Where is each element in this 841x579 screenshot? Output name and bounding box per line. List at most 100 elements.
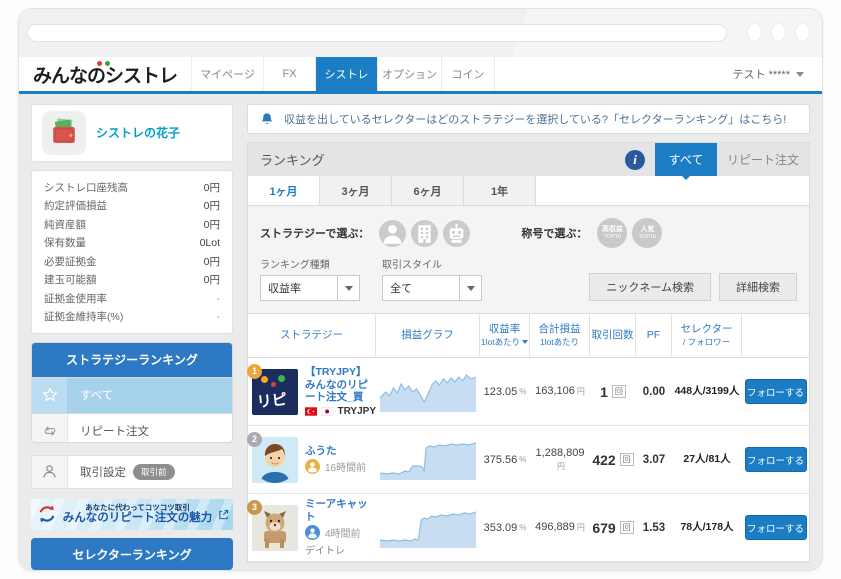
filter-robot-icon[interactable]: [443, 220, 470, 247]
ranking-type-select[interactable]: 収益率: [260, 275, 360, 301]
col-pf[interactable]: PF: [636, 314, 672, 357]
follow-button[interactable]: フォローする: [745, 379, 807, 404]
nav-tab-option[interactable]: オプション: [377, 57, 441, 91]
table-row: 2: [248, 426, 809, 494]
ranking-titlebar: ランキング i すべて リピート注文: [248, 143, 809, 176]
last-trade-time: 16時間前: [325, 459, 366, 474]
account-row: 保有数量0Lot: [44, 234, 220, 253]
browser-window: みんなのシストレ マイページ FX シストレ オプション コイン テスト ***…: [18, 8, 823, 571]
filter-section: ストラテジーで選ぶ： 称号で選ぶ： 高収益: [248, 206, 809, 314]
account-summary: シストレ口座残高0円 約定評価損益0円 純資産額0円 保有数量0Lot 必要証拠…: [31, 170, 233, 334]
profile-card[interactable]: シストレの花子: [31, 104, 233, 162]
sort-desc-icon: [522, 340, 528, 344]
account-row: 約定評価損益0円: [44, 197, 220, 216]
profit-chart: [380, 440, 476, 480]
table-header: ストラテジー 損益グラフ 収益率 1lotあたり 合計損益 1lotあたり 取引…: [248, 314, 809, 358]
chevron-down-icon: [796, 72, 804, 77]
badge-popular-top10[interactable]: 人気 TOP10: [632, 218, 662, 248]
strategy-name-link[interactable]: ふうた: [305, 445, 366, 458]
rank-badge: 3: [247, 500, 262, 515]
member-badge-icon: [305, 525, 320, 540]
trade-style-tag: デイトレ: [305, 542, 376, 557]
chevron-down-icon: [459, 276, 481, 300]
main-area: 収益を出しているセレクターはどのストラテジーを選択している?「セレクターランキン…: [247, 104, 810, 570]
ranking-tab-repeat[interactable]: リピート注文: [717, 143, 809, 176]
rank-badge: 1: [247, 364, 262, 379]
filter-building-icon[interactable]: [411, 220, 438, 247]
info-icon[interactable]: i: [625, 150, 645, 170]
follow-button[interactable]: フォローする: [745, 447, 807, 472]
col-selector: セレクター / フォロワー: [672, 314, 742, 357]
repeat-order-banner[interactable]: あなたに代わってコツコツ取引 みんなのリピート注文の魅力: [31, 499, 233, 531]
col-follow: [742, 314, 809, 357]
filter-person-icon[interactable]: [379, 220, 406, 247]
person-icon: [32, 456, 68, 488]
table-row: 3: [248, 494, 809, 562]
star-icon: [32, 378, 68, 413]
strategy-ranking-menu: ストラテジーランキング すべて リピート注文: [31, 342, 233, 443]
japan-flag-icon: [321, 406, 333, 417]
cycle-arrows-icon: [37, 504, 57, 524]
period-tab-1month[interactable]: 1ヶ月: [248, 176, 320, 205]
chevron-down-icon: [337, 276, 359, 300]
account-row: 建玉可能額0円: [44, 271, 220, 290]
nav-tab-systore[interactable]: シストレ: [315, 57, 377, 91]
ranking-title: ランキング: [248, 150, 625, 169]
user-name: テスト *****: [733, 66, 790, 82]
account-row: 純資産額0円: [44, 216, 220, 235]
trade-style-label: 取引スタイル: [382, 256, 482, 271]
browser-button-3[interactable]: [795, 23, 810, 42]
nav-tab-mypage[interactable]: マイページ: [191, 57, 263, 91]
period-tab-1year[interactable]: 1年: [464, 176, 536, 205]
browser-button-2[interactable]: [771, 23, 786, 42]
external-link-icon: [218, 509, 229, 520]
ranking-type-label: ランキング種類: [260, 256, 360, 271]
logo-dot-green-icon: [105, 61, 110, 66]
browser-chrome: [19, 9, 822, 57]
banner-title: みんなのリピート注文の魅力: [62, 512, 213, 525]
col-graph: 損益グラフ: [376, 314, 480, 357]
selector-ranking-title[interactable]: セレクターランキング: [31, 538, 233, 570]
col-count[interactable]: 取引回数: [590, 314, 636, 357]
period-tab-6month[interactable]: 6ヶ月: [392, 176, 464, 205]
profile-name: シストレの花子: [96, 124, 180, 141]
sidebar: シストレの花子 シストレ口座残高0円 約定評価損益0円 純資産額0円 保有数量0…: [31, 104, 233, 570]
nickname-search-button[interactable]: ニックネーム検索: [589, 273, 711, 301]
address-bar[interactable]: [27, 24, 727, 42]
detail-search-button[interactable]: 詳細検索: [719, 273, 797, 301]
trade-status-badge: 取引前: [133, 464, 175, 480]
trade-settings[interactable]: 取引設定 取引前: [31, 455, 233, 489]
strategy-name-link[interactable]: ミーアキャット: [305, 498, 376, 523]
profit-chart: [380, 508, 476, 548]
strategy-ranking-title: ストラテジーランキング: [32, 343, 232, 377]
user-menu[interactable]: テスト *****: [733, 57, 822, 91]
badge-high-profit-top10[interactable]: 高収益 TOP10: [597, 218, 627, 248]
browser-button-1[interactable]: [747, 23, 762, 42]
notification-bar[interactable]: 収益を出しているセレクターはどのストラテジーを選択している?「セレクターランキン…: [247, 104, 810, 134]
trade-style-select[interactable]: 全て: [382, 275, 482, 301]
repeat-icon: [32, 414, 68, 443]
site-logo[interactable]: みんなのシストレ: [19, 57, 191, 91]
logo-dot-red-icon: [97, 61, 102, 66]
period-tab-3month[interactable]: 3ヶ月: [320, 176, 392, 205]
top-navbar: みんなのシストレ マイページ FX シストレ オプション コイン テスト ***…: [19, 57, 822, 94]
notification-text: 収益を出しているセレクターはどのストラテジーを選択している?「セレクターランキン…: [284, 111, 786, 127]
sidebar-item-all[interactable]: すべて: [32, 377, 232, 413]
table-row: 1 リピ 【TRYJPY】みんなのリピート注文_買: [248, 358, 809, 426]
account-row: 証拠金使用率-: [44, 290, 220, 309]
last-trade-time: 4時間前: [325, 525, 361, 540]
nav-tab-fx[interactable]: FX: [263, 57, 315, 91]
page-content: シストレの花子 シストレ口座残高0円 約定評価損益0円 純資産額0円 保有数量0…: [19, 94, 822, 570]
ranking-tab-all[interactable]: すべて: [655, 143, 717, 176]
rank-badge: 2: [247, 432, 262, 447]
sidebar-item-repeat-order[interactable]: リピート注文: [32, 413, 232, 443]
col-strategy: ストラテジー: [248, 314, 376, 357]
period-tabs: 1ヶ月 3ヶ月 6ヶ月 1年: [248, 176, 809, 206]
col-profit[interactable]: 合計損益 1lotあたり: [530, 314, 590, 357]
strategy-name-link[interactable]: 【TRYJPY】みんなのリピート注文_買: [305, 366, 376, 404]
ranking-panel: ランキング i すべて リピート注文 1ヶ月 3ヶ月 6ヶ月 1年 ストラテジー…: [247, 142, 810, 563]
wallet-icon: [42, 111, 86, 155]
nav-tab-coin[interactable]: コイン: [441, 57, 495, 91]
col-rate[interactable]: 収益率 1lotあたり: [480, 314, 530, 357]
follow-button[interactable]: フォローする: [745, 515, 807, 540]
